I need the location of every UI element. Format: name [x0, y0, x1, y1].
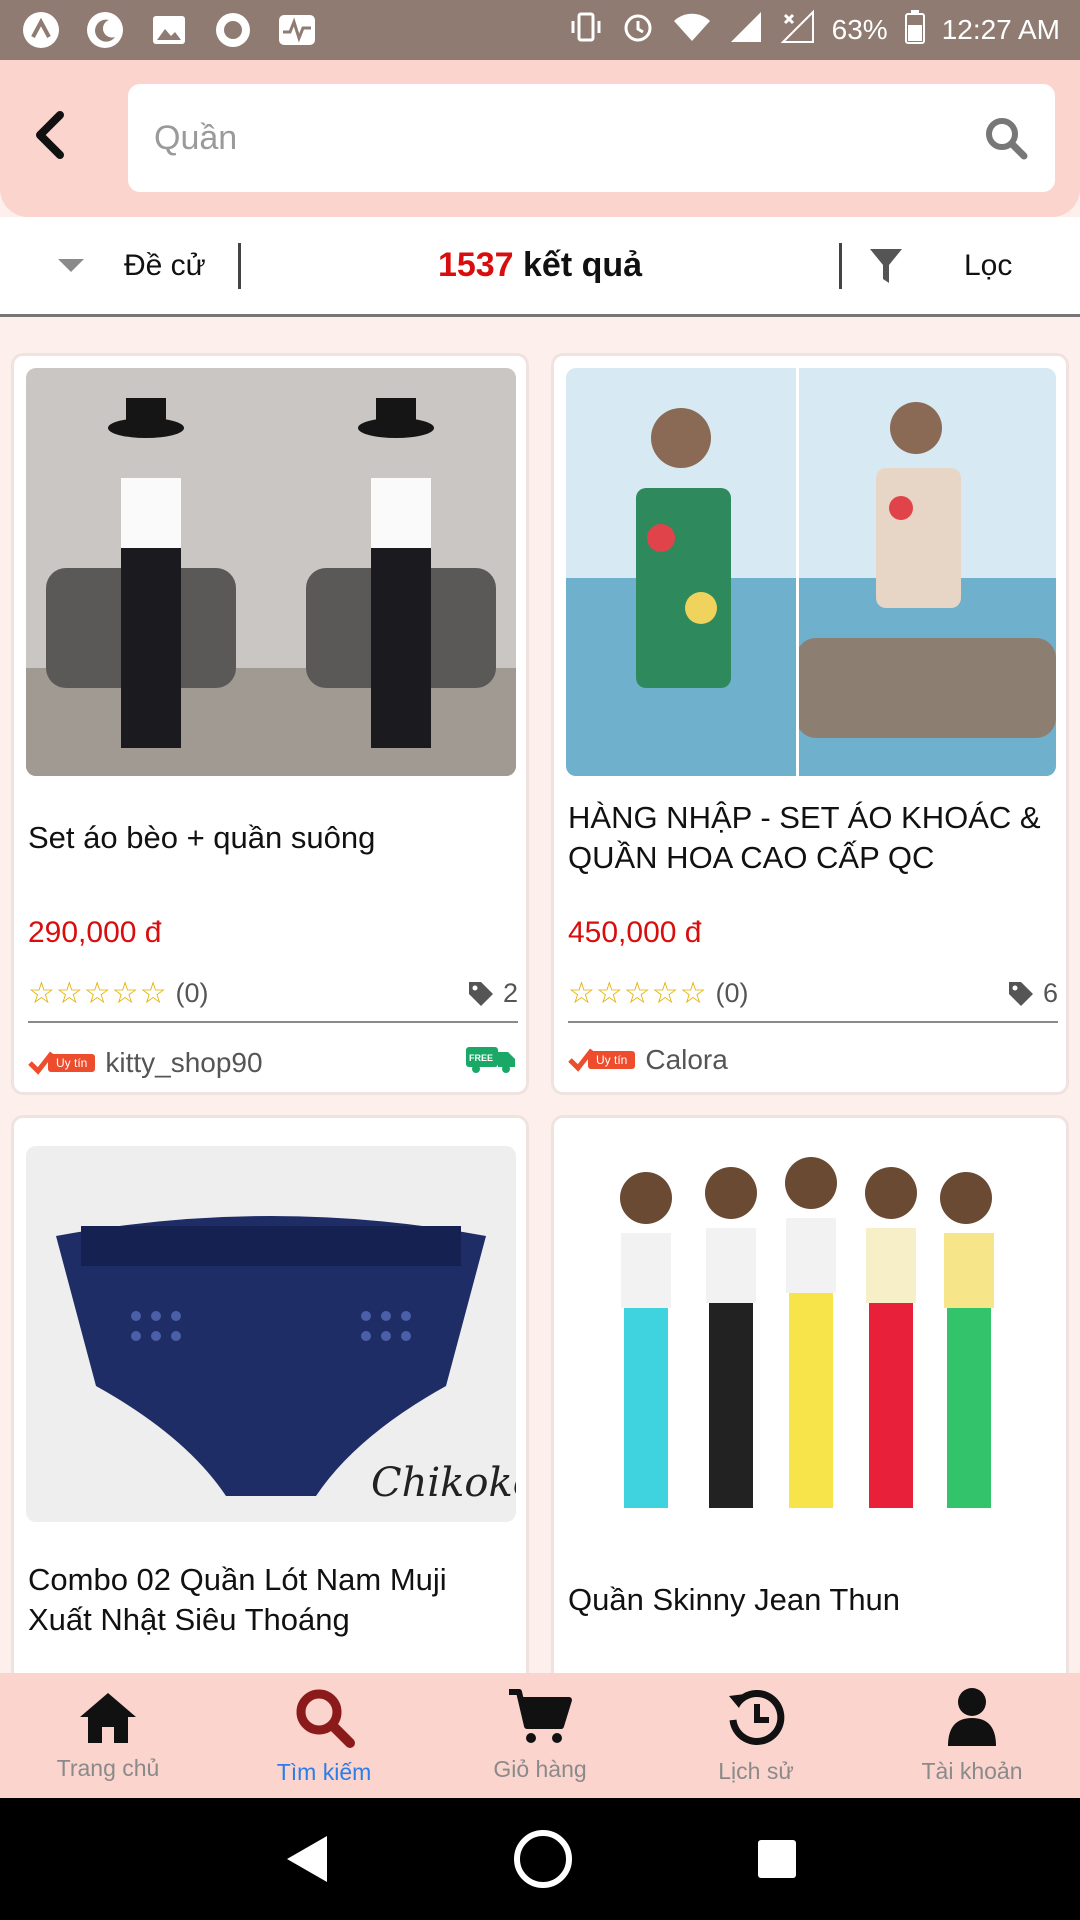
trusted-label: Uy tín — [588, 1051, 636, 1069]
filter-label: Lọc — [964, 248, 1013, 282]
alarm-icon — [620, 9, 656, 52]
nav-label: Tài khoản — [921, 1758, 1023, 1784]
product-image[interactable]: Chikoko — [26, 1146, 516, 1522]
product-card[interactable]: HÀNG NHẬP - SET ÁO KHOÁC & QUẦN HOA CAO … — [551, 353, 1069, 1095]
cart-icon — [509, 1689, 572, 1743]
svg-text:FREE: FREE — [469, 1053, 493, 1063]
wifi-icon — [672, 9, 712, 52]
tag-count-area: 2 — [467, 978, 518, 1009]
star-rating: ☆☆☆☆☆ — [28, 977, 168, 1010]
filter-icon — [870, 248, 902, 283]
filter-button[interactable]: Lọc — [842, 217, 1080, 314]
product-price: 450,000 đ — [568, 916, 702, 949]
tag-icon — [1008, 981, 1033, 1006]
divider — [568, 1021, 1058, 1023]
home-circle-icon[interactable] — [511, 1827, 575, 1891]
battery-icon — [904, 9, 926, 52]
status-bar: 63% 12:27 AM — [0, 0, 1080, 60]
product-card[interactable]: Chikoko Combo 02 Quần Lót Nam Muji Xuất … — [11, 1115, 529, 1673]
bottom-nav: Trang chủ Tìm kiếm Giỏ hàng Lịch sử Tài … — [0, 1673, 1080, 1798]
tag-count: 2 — [502, 978, 518, 1008]
home-icon — [80, 1693, 136, 1743]
nav-label: Tìm kiếm — [276, 1759, 372, 1785]
product-title[interactable]: Set áo bèo + quần suông — [28, 818, 518, 858]
search-input[interactable] — [154, 118, 983, 158]
trusted-badge: Uy tín — [568, 1048, 636, 1072]
vibrate-icon — [568, 9, 604, 52]
tag-count: 6 — [1042, 978, 1058, 1008]
product-card[interactable]: Quần Skinny Jean Thun — [551, 1115, 1069, 1673]
nav-item-cart[interactable]: Giỏ hàng — [432, 1673, 648, 1798]
nav-item-home[interactable]: Trang chủ — [0, 1673, 216, 1798]
result-count: 1537 kết quả — [241, 246, 839, 285]
rating-row: ☆☆☆☆☆ (0) 6 — [568, 976, 1058, 1011]
filter-bar: Đề cử 1537 kết quả Lọc — [0, 217, 1080, 317]
star-rating: ☆☆☆☆☆ — [568, 977, 708, 1010]
product-title[interactable]: Quần Skinny Jean Thun — [568, 1580, 1058, 1620]
battery-level: 63% — [831, 14, 888, 45]
trusted-badge: Uy tín — [28, 1050, 96, 1075]
gallery-icon — [148, 9, 190, 51]
sort-label: Đề cử — [124, 248, 206, 282]
nav-item-history[interactable]: Lịch sử — [648, 1673, 864, 1798]
overview-square-icon[interactable] — [755, 1837, 799, 1881]
review-count: (0) — [175, 978, 209, 1008]
nav-label: Giỏ hàng — [493, 1756, 587, 1782]
record-icon — [212, 9, 254, 51]
product-image[interactable] — [26, 368, 516, 776]
night-mode-icon — [84, 9, 126, 51]
search-header — [0, 60, 1080, 217]
history-icon — [729, 1689, 785, 1745]
shop-name[interactable]: Calora — [645, 1044, 727, 1076]
back-button[interactable] — [20, 100, 80, 170]
search-box — [128, 84, 1055, 192]
divider — [28, 1021, 518, 1023]
product-price: 290,000 đ — [28, 916, 162, 949]
search-icon — [296, 1689, 355, 1748]
product-title[interactable]: HÀNG NHẬP - SET ÁO KHOÁC & QUẦN HOA CAO … — [568, 798, 1058, 878]
product-grid: Set áo bèo + quần suông 290,000 đ ☆☆☆☆☆ … — [11, 353, 1069, 1673]
tag-count-area: 6 — [1007, 978, 1058, 1009]
clock: 12:27 AM — [941, 14, 1060, 45]
product-image[interactable] — [566, 1138, 1056, 1558]
product-image[interactable] — [566, 368, 1056, 776]
system-nav-bar — [0, 1798, 1080, 1920]
caret-down-icon — [58, 259, 84, 272]
user-icon — [948, 1688, 996, 1746]
back-triangle-icon[interactable] — [281, 1832, 331, 1886]
review-count: (0) — [715, 978, 749, 1008]
trusted-label: Uy tín — [48, 1053, 96, 1072]
signal-icon — [728, 9, 764, 52]
shop-row[interactable]: Uy tín kitty_shop90 FREE — [28, 1044, 518, 1081]
activity-icon — [276, 9, 318, 51]
search-icon[interactable] — [983, 115, 1029, 161]
nav-label: Trang chủ — [56, 1755, 160, 1781]
nav-item-search[interactable]: Tìm kiếm — [216, 1673, 432, 1798]
rating-row: ☆☆☆☆☆ (0) 2 — [28, 976, 518, 1011]
product-title[interactable]: Combo 02 Quần Lót Nam Muji Xuất Nhật Siê… — [28, 1560, 518, 1640]
result-suffix: kết quả — [513, 246, 643, 284]
brand-watermark: Chikoko — [371, 1460, 516, 1506]
shop-name[interactable]: kitty_shop90 — [105, 1047, 262, 1079]
product-card[interactable]: Set áo bèo + quần suông 290,000 đ ☆☆☆☆☆ … — [11, 353, 529, 1095]
sort-dropdown[interactable]: Đề cử — [0, 217, 238, 314]
nav-label: Lịch sử — [718, 1758, 794, 1784]
result-number: 1537 — [437, 246, 514, 284]
shop-row[interactable]: Uy tín Calora — [568, 1044, 1058, 1076]
nav-item-account[interactable]: Tài khoản — [864, 1673, 1080, 1798]
free-shipping-icon: FREE — [460, 1044, 518, 1081]
tag-icon — [468, 981, 493, 1006]
app-logo-icon — [20, 9, 62, 51]
chevron-left-icon — [36, 111, 64, 159]
signal-no-data-icon — [780, 9, 816, 52]
